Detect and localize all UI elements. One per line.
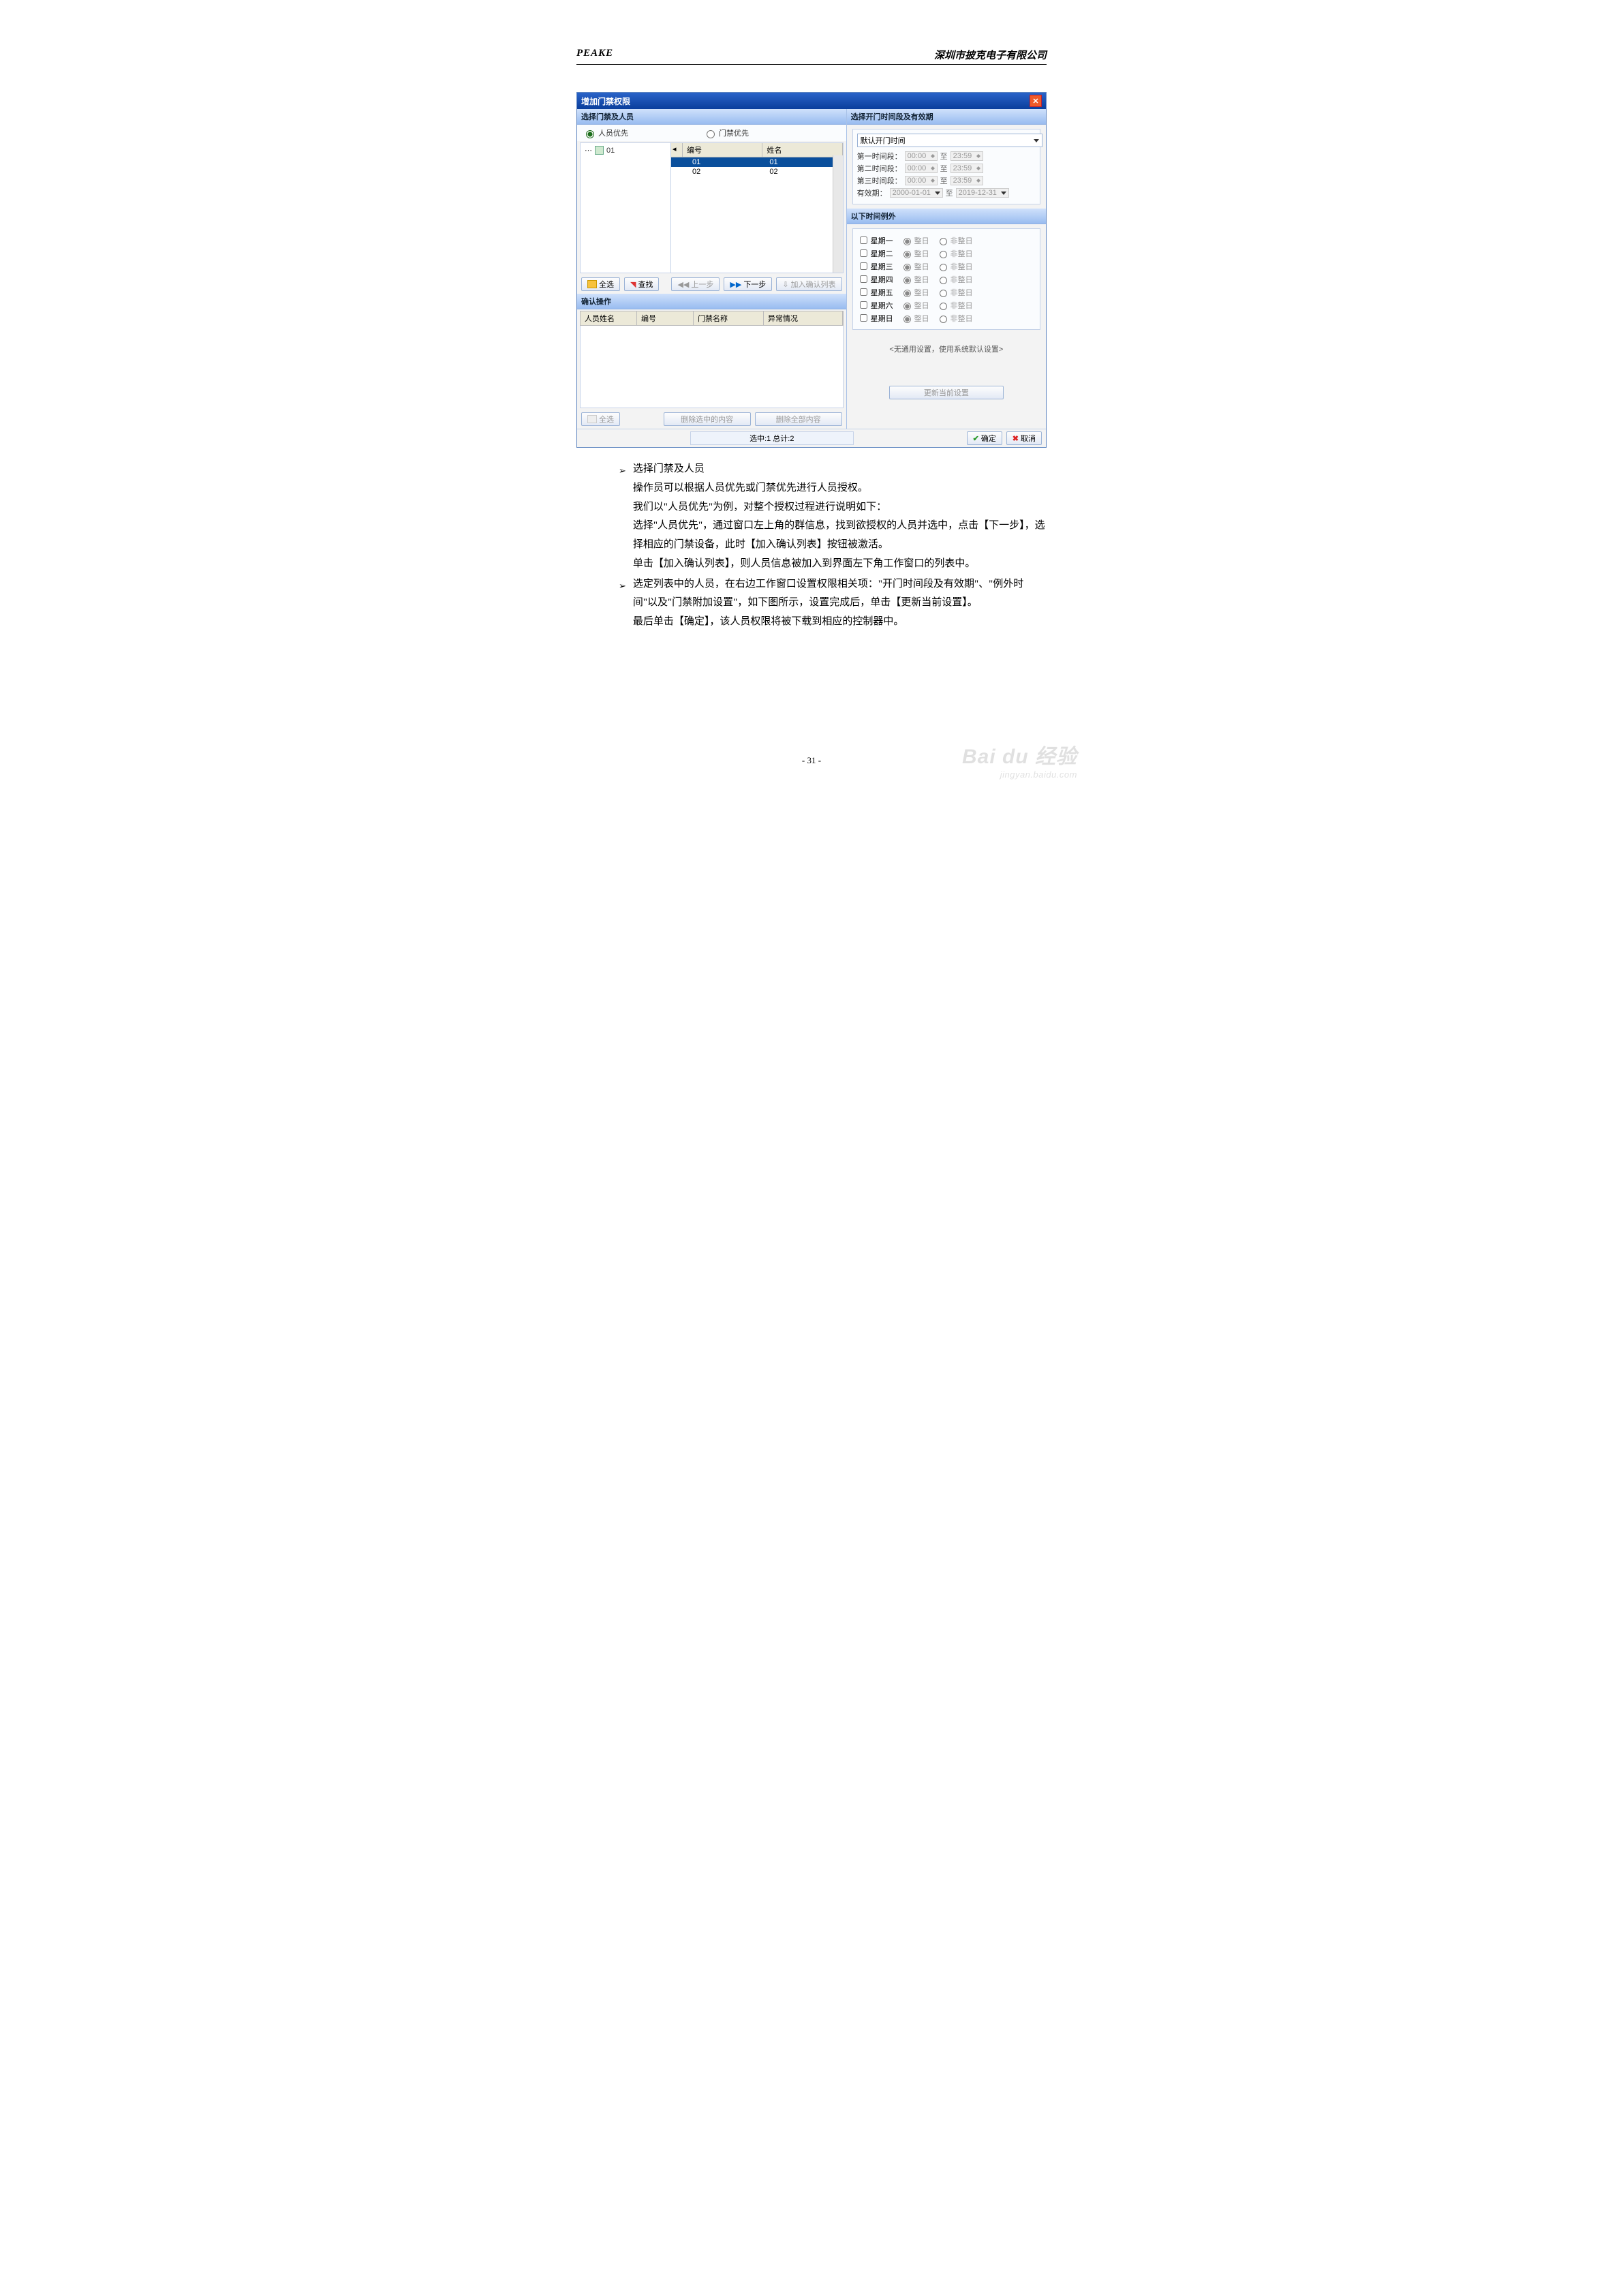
confirm-body[interactable] — [580, 326, 844, 408]
scrollbar[interactable] — [833, 155, 843, 273]
close-icon[interactable]: ✕ — [1030, 95, 1042, 107]
status-text: 选中:1 总计:2 — [690, 431, 854, 445]
list-row[interactable]: 0202 — [671, 167, 843, 177]
radio-door[interactable]: 门禁优先 — [703, 127, 749, 138]
brand: PEAKE — [576, 48, 613, 62]
radio-person[interactable]: 人员优先 — [583, 127, 628, 138]
cancel-button[interactable]: ✖ 取消 — [1006, 431, 1042, 445]
confirm-section-header: 确认操作 — [577, 294, 846, 309]
tree-node[interactable]: ⋯01 — [585, 146, 666, 155]
chk-fri[interactable]: 星期五 — [857, 286, 893, 298]
page-header: PEAKE 深圳市披克电子有限公司 — [576, 48, 1047, 65]
exception-header: 以下时间例外 — [847, 209, 1046, 224]
list-header: ◂ 编号 姓名 — [671, 143, 843, 157]
chk-mon[interactable]: 星期一 — [857, 234, 893, 246]
tree-pane[interactable]: ⋯01 — [581, 143, 671, 273]
time-to-2[interactable]: 23:59 — [950, 164, 983, 173]
find-button[interactable]: ◥查找 — [624, 277, 659, 291]
confirm-header: 人员姓名 编号 门禁名称 异常情况 — [580, 311, 844, 326]
right-section-header: 选择开门时间段及有效期 — [847, 109, 1046, 125]
chk-sat[interactable]: 星期六 — [857, 299, 893, 311]
footer-bar: 选中:1 总计:2 ✔ 确定 ✖ 取消 — [577, 429, 1046, 447]
radio-notfull-1[interactable]: 非整日 — [936, 235, 973, 246]
time-from-3[interactable]: 00:00 — [905, 176, 938, 185]
time-from-1[interactable]: 00:00 — [905, 151, 938, 161]
watermark: Bai du 经验 jingyan.baidu.com — [962, 739, 1077, 780]
select-all-button[interactable]: 全选 — [581, 277, 620, 291]
priority-radios: 人员优先 门禁优先 — [577, 125, 846, 141]
del-selected-button[interactable]: 删除选中的内容 — [664, 412, 751, 426]
chk-sun[interactable]: 星期日 — [857, 312, 893, 324]
del-all-button[interactable]: 删除全部内容 — [755, 412, 842, 426]
chk-tue[interactable]: 星期二 — [857, 247, 893, 259]
company: 深圳市披克电子有限公司 — [934, 48, 1047, 62]
radio-full-1[interactable]: 整日 — [900, 235, 929, 246]
bullet-icon: ➢ — [619, 575, 626, 632]
exception-list: 星期一整日非整日 星期二整日非整日 星期三整日非整日 星期四整日非整日 星期五整… — [852, 228, 1040, 330]
bullet-icon: ➢ — [619, 460, 626, 574]
update-button[interactable]: 更新当前设置 — [889, 386, 1004, 399]
body-text: ➢ 选择门禁及人员 操作员可以根据人员优先或门禁优先进行人员授权。 我们以"人员… — [619, 460, 1047, 632]
date-from[interactable]: 2000-01-01 — [890, 188, 943, 198]
prev-button[interactable]: ◀◀ 上一步 — [671, 277, 720, 291]
date-to[interactable]: 2019-12-31 — [956, 188, 1009, 198]
time-to-3[interactable]: 23:59 — [950, 176, 983, 185]
time-to-1[interactable]: 23:59 — [950, 151, 983, 161]
titlebar: 增加门禁权限 ✕ — [577, 93, 1046, 109]
dialog-title: 增加门禁权限 — [581, 95, 630, 107]
ok-button[interactable]: ✔ 确定 — [967, 431, 1002, 445]
add-confirm-button[interactable]: ⇩ 加入确认列表 — [776, 277, 841, 291]
left-section-header: 选择门禁及人员 — [577, 109, 846, 125]
chk-wed[interactable]: 星期三 — [857, 260, 893, 272]
time-from-2[interactable]: 00:00 — [905, 164, 938, 173]
sect1-title: 选择门禁及人员 — [633, 460, 1047, 479]
time-dropdown[interactable]: 默认开门时间 — [857, 134, 1042, 147]
default-note: <无通用设置，使用系统默认设置> — [847, 334, 1046, 382]
person-list[interactable]: ◂ 编号 姓名 0101 0202 — [671, 143, 843, 273]
time-settings: 默认开门时间 第一时间段：00:00至23:59 第二时间段：00:00至23:… — [852, 129, 1040, 204]
list-row[interactable]: 0101 — [671, 157, 843, 167]
chevron-down-icon — [1034, 139, 1039, 142]
next-button[interactable]: ▶▶ 下一步 — [724, 277, 772, 291]
confirm-select-all-button[interactable]: 全选 — [581, 412, 620, 426]
dialog-screenshot: 增加门禁权限 ✕ 选择门禁及人员 人员优先 门禁优先 ⋯01 ◂ 编号 — [576, 92, 1047, 448]
chk-thu[interactable]: 星期四 — [857, 273, 893, 285]
